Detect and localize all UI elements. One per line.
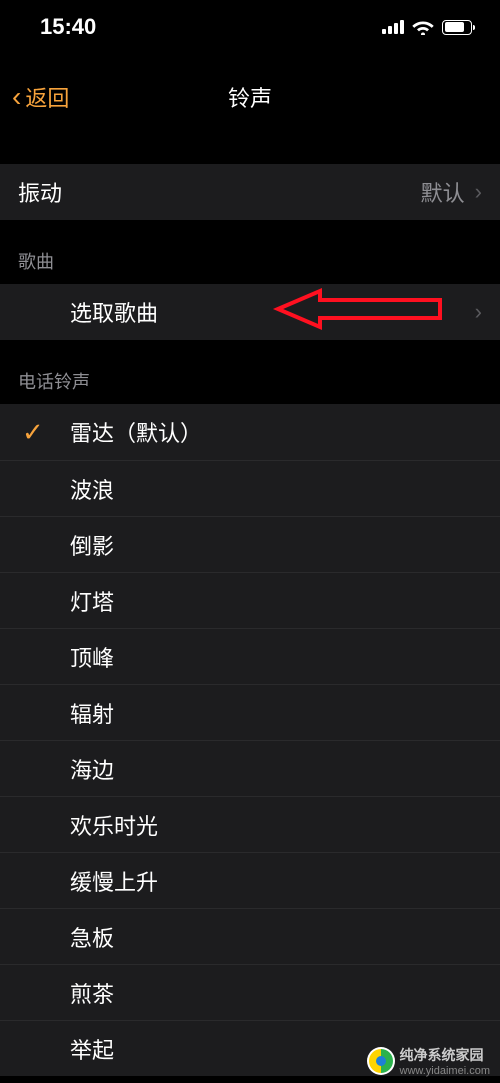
ringtone-row[interactable]: 煎茶 — [0, 964, 500, 1020]
back-label: 返回 — [25, 81, 69, 113]
watermark: 纯净系统家园 www.yidaimei.com — [366, 1045, 490, 1077]
nav-bar: ‹ 返回 铃声 — [0, 66, 500, 128]
select-song-cell[interactable]: 选取歌曲 › — [0, 284, 500, 340]
cellular-icon — [382, 20, 404, 34]
vibration-value: 默认 — [421, 176, 465, 208]
ringtone-label: 煎茶 — [70, 977, 114, 1009]
ringtone-row[interactable]: 缓慢上升 — [0, 852, 500, 908]
ringtone-row[interactable]: 倒影 — [0, 516, 500, 572]
status-bar: 15:40 — [0, 0, 500, 54]
vibration-cell[interactable]: 振动 默认 › — [0, 164, 500, 220]
ringtone-label: 急板 — [70, 921, 114, 953]
ringtone-label: 欢乐时光 — [70, 809, 158, 841]
ringtone-label: 倒影 — [70, 529, 114, 561]
ringtone-label: 顶峰 — [70, 641, 114, 673]
check-icon: ✓ — [22, 417, 44, 448]
settings-sheet: ‹ 返回 铃声 振动 默认 › 歌曲 选取歌曲 › 电话铃声 ✓ 雷达（默认） 波浪… — [0, 66, 500, 1083]
ringtone-row[interactable]: 海边 — [0, 740, 500, 796]
ringtone-label: 辐射 — [70, 697, 114, 729]
ringtone-label: 灯塔 — [70, 585, 114, 617]
ringtone-row[interactable]: 灯塔 — [0, 572, 500, 628]
ringtone-row[interactable]: 急板 — [0, 908, 500, 964]
wifi-icon — [412, 19, 434, 35]
ringtone-label: 雷达（默认） — [70, 416, 202, 448]
battery-icon — [442, 20, 472, 35]
watermark-url: www.yidaimei.com — [400, 1065, 490, 1077]
back-button[interactable]: ‹ 返回 — [12, 66, 69, 128]
ringtone-row[interactable]: 欢乐时光 — [0, 796, 500, 852]
chevron-right-icon: › — [475, 179, 482, 205]
watermark-brand: 纯净系统家园 — [400, 1045, 490, 1065]
ringtone-label: 波浪 — [70, 473, 114, 505]
vibration-label: 振动 — [18, 176, 62, 208]
ringtone-row[interactable]: 顶峰 — [0, 628, 500, 684]
chevron-right-icon: › — [475, 299, 482, 325]
status-icons — [382, 19, 472, 35]
chevron-left-icon: ‹ — [12, 83, 21, 111]
ringtone-label: 缓慢上升 — [70, 865, 158, 897]
watermark-logo-icon — [366, 1046, 396, 1076]
page-title: 铃声 — [228, 81, 272, 113]
ringtone-row[interactable]: 辐射 — [0, 684, 500, 740]
select-song-label: 选取歌曲 — [70, 296, 158, 328]
song-section-header: 歌曲 — [0, 220, 500, 284]
ringtone-list: ✓ 雷达（默认） 波浪倒影灯塔顶峰辐射海边欢乐时光缓慢上升急板煎茶举起 — [0, 404, 500, 1076]
ringtone-row[interactable]: ✓ 雷达（默认） — [0, 404, 500, 460]
status-time: 15:40 — [40, 14, 96, 40]
ringtone-label: 海边 — [70, 753, 114, 785]
ringtone-label: 举起 — [70, 1033, 114, 1065]
annotation-arrow-icon — [270, 287, 450, 337]
ringtone-section-header: 电话铃声 — [0, 340, 500, 404]
ringtone-row[interactable]: 波浪 — [0, 460, 500, 516]
